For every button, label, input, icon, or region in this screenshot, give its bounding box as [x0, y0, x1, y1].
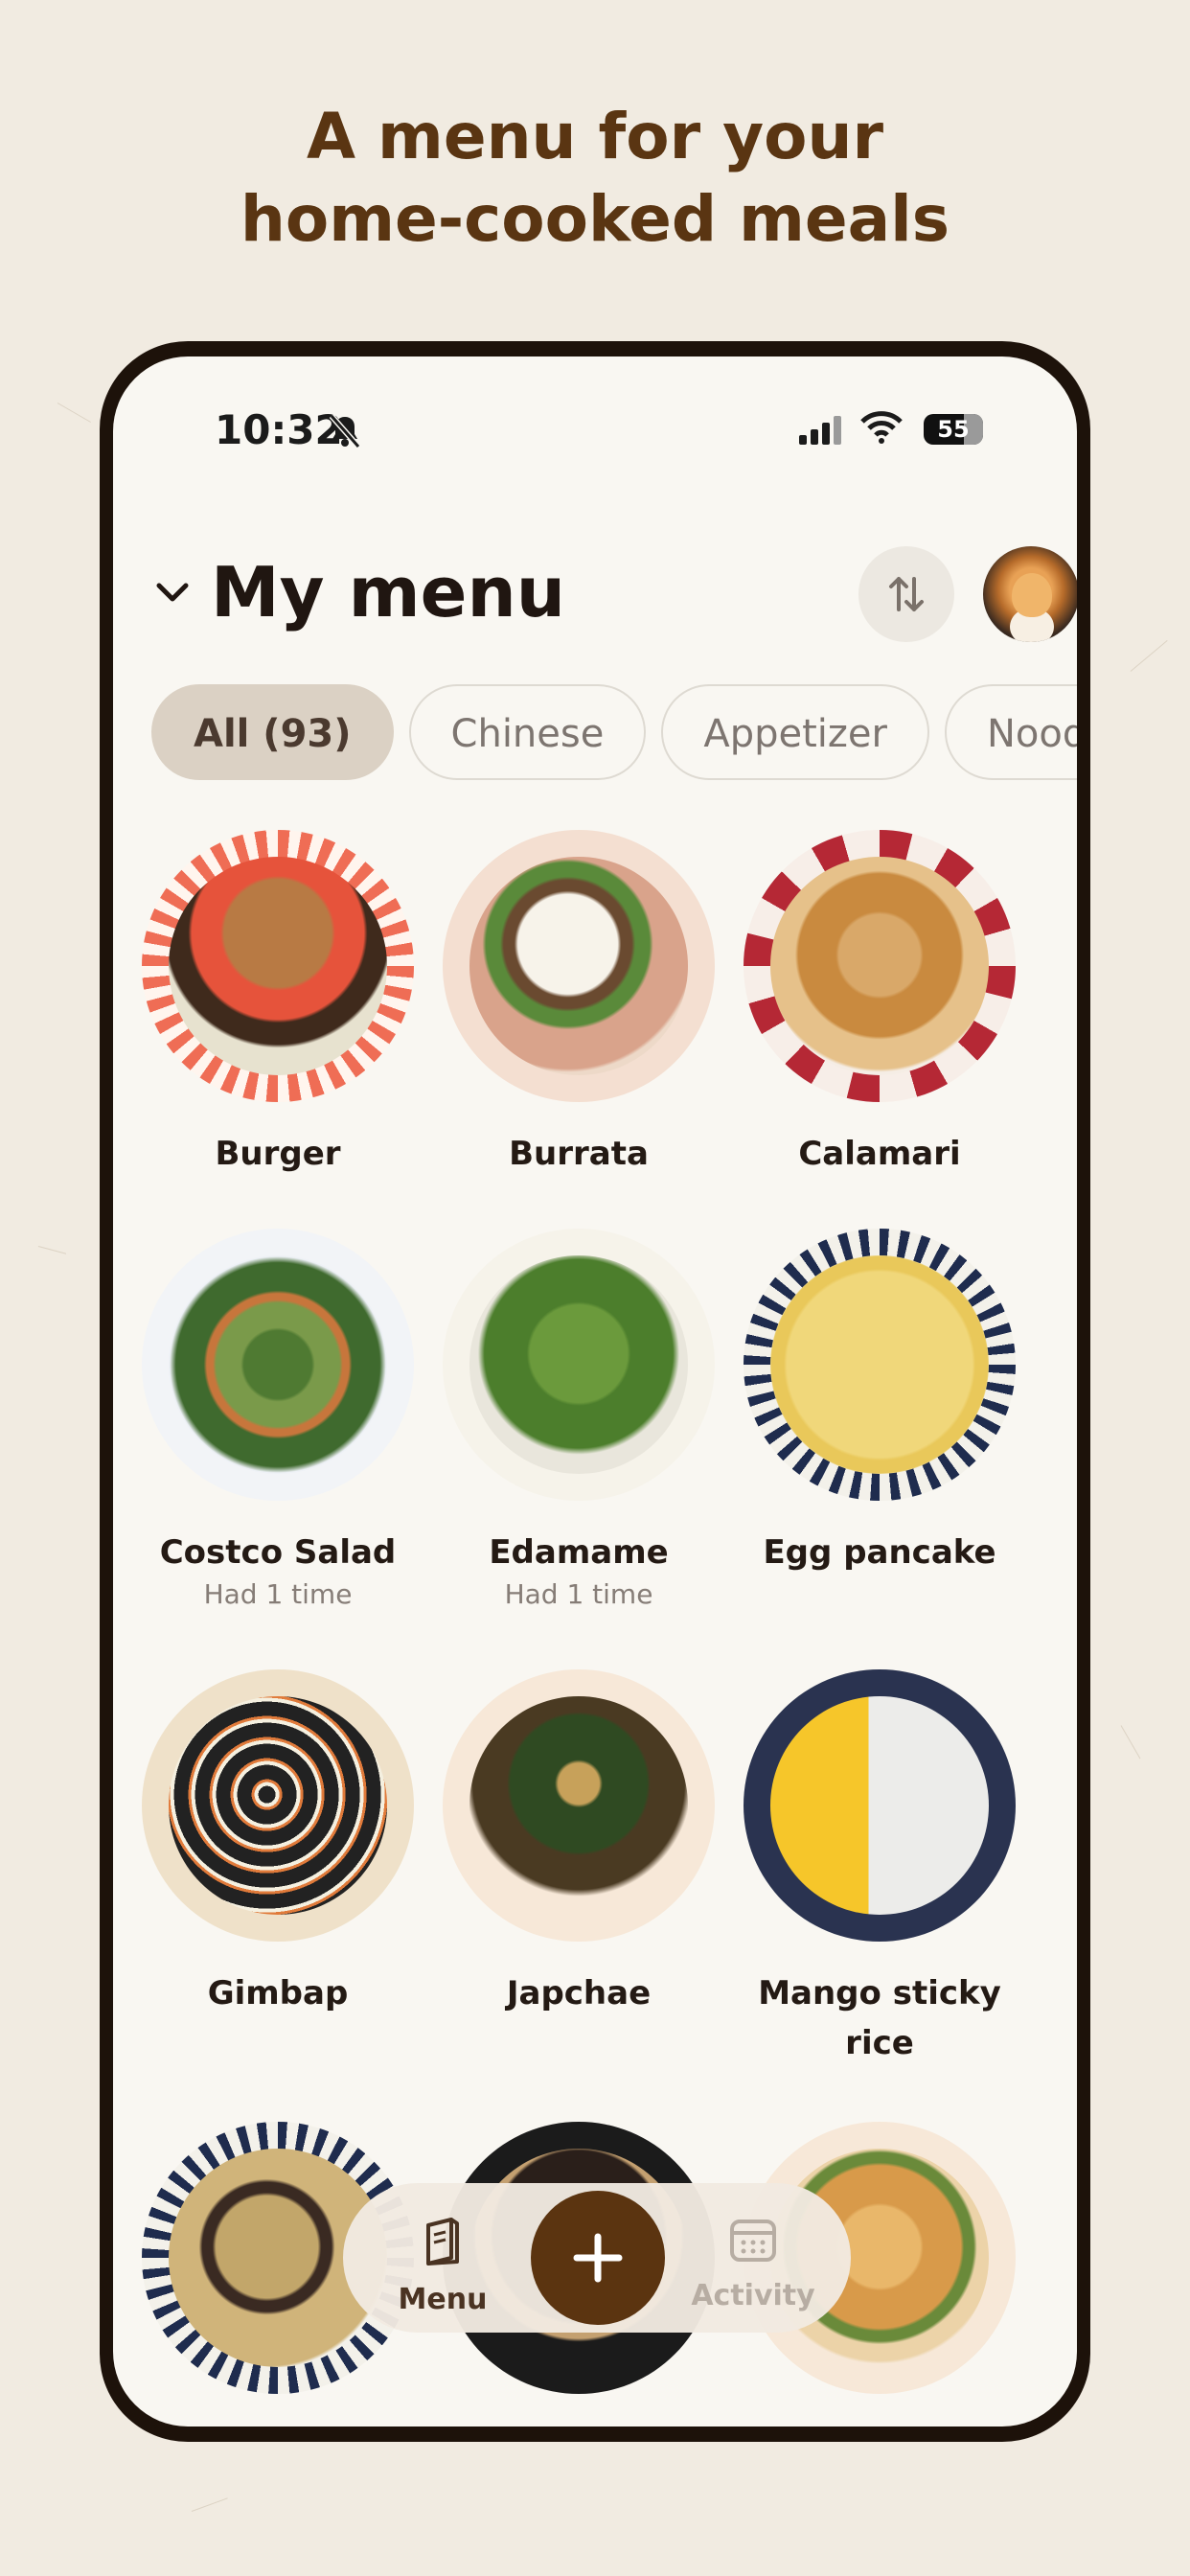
paper-fiber	[37, 1246, 67, 1254]
page-title[interactable]: My menu	[211, 552, 565, 632]
headline-line-1: A menu for your	[306, 100, 884, 173]
dish-card-burrata[interactable]: Burrata	[435, 830, 722, 1179]
dish-card-burger[interactable]: Burger	[134, 830, 422, 1179]
nav-menu-label: Menu	[398, 2283, 488, 2316]
menu-book-icon	[426, 2218, 459, 2266]
battery-level: 55	[937, 416, 970, 443]
dish-card-calamari[interactable]: Calamari	[736, 830, 1023, 1179]
app-screen: 10:32 55 My menu All (93) Chinese Appeti…	[113, 356, 1077, 2426]
dish-card-gimbap[interactable]: Gimbap	[134, 1669, 422, 2018]
nav-activity-tab[interactable]: Activity	[686, 2216, 820, 2312]
dish-name: Burrata	[509, 1135, 649, 1173]
dish-name: Mango sticky rice	[758, 1974, 1001, 2062]
paper-fiber	[1120, 1725, 1141, 1760]
dish-photo	[142, 1669, 414, 1942]
dish-photo	[744, 1229, 1016, 1501]
sort-arrows-icon	[889, 577, 924, 611]
paper-fiber	[1130, 639, 1168, 672]
bottom-nav: Menu Activity	[343, 2183, 851, 2333]
promo-headline: A menu for your home-cooked meals	[0, 96, 1190, 261]
dish-photo	[142, 1229, 414, 1501]
filter-chip-noodle[interactable]: Noodle	[944, 684, 1077, 780]
dish-photo	[443, 1669, 715, 1942]
dish-count: Had 1 time	[504, 1578, 653, 1610]
dish-name: Gimbap	[207, 1974, 349, 2012]
plus-icon	[573, 2233, 623, 2283]
dish-count: Had 1 time	[203, 1578, 353, 1610]
dish-name: Costco Salad	[159, 1533, 397, 1572]
dish-photo	[142, 830, 414, 1102]
dish-card-mango-sticky-rice[interactable]: Mango sticky rice	[736, 1669, 1023, 2068]
dish-photo	[443, 1229, 715, 1501]
dish-photo	[744, 1669, 1016, 1942]
dish-name: Burger	[215, 1135, 341, 1173]
add-dish-button[interactable]	[531, 2191, 665, 2325]
filter-chip-appetizer[interactable]: Appetizer	[661, 684, 929, 780]
dish-name: Egg pancake	[763, 1533, 996, 1572]
wifi-icon	[860, 411, 903, 444]
dish-card-edamame[interactable]: Edamame Had 1 time	[435, 1229, 722, 1612]
avatar[interactable]	[983, 546, 1077, 642]
dish-photo	[443, 830, 715, 1102]
phone-frame: 10:32 55 My menu All (93) Chinese Appeti…	[100, 341, 1090, 2442]
headline-line-2: home-cooked meals	[240, 182, 950, 256]
bell-slash-icon	[329, 414, 361, 448]
dish-card-japchae[interactable]: Japchae	[435, 1669, 722, 2018]
dish-name: Edamame	[489, 1533, 669, 1572]
filter-chips: All (93)ChineseAppetizerNoodle	[151, 684, 1077, 784]
calendar-icon	[730, 2220, 776, 2262]
dish-name: Calamari	[798, 1135, 961, 1173]
sort-button[interactable]	[858, 546, 954, 642]
dish-card-egg-pancake[interactable]: Egg pancake	[736, 1229, 1023, 1577]
paper-fiber	[191, 2497, 228, 2512]
nav-menu-tab[interactable]: Menu	[376, 2216, 510, 2316]
signal-icon	[799, 416, 841, 445]
status-time: 10:32	[215, 406, 343, 453]
nav-activity-label: Activity	[691, 2279, 815, 2312]
dish-name: Japchae	[506, 1974, 652, 2012]
chevron-down-icon[interactable]	[153, 573, 192, 611]
paper-fiber	[57, 402, 91, 423]
filter-chip-all[interactable]: All (93)	[151, 684, 394, 780]
page-header: My menu	[153, 539, 1077, 644]
battery-icon: 55	[924, 414, 983, 445]
dish-card-costco-salad[interactable]: Costco Salad Had 1 time	[134, 1229, 422, 1612]
dish-photo	[744, 830, 1016, 1102]
filter-chip-chinese[interactable]: Chinese	[408, 684, 647, 780]
